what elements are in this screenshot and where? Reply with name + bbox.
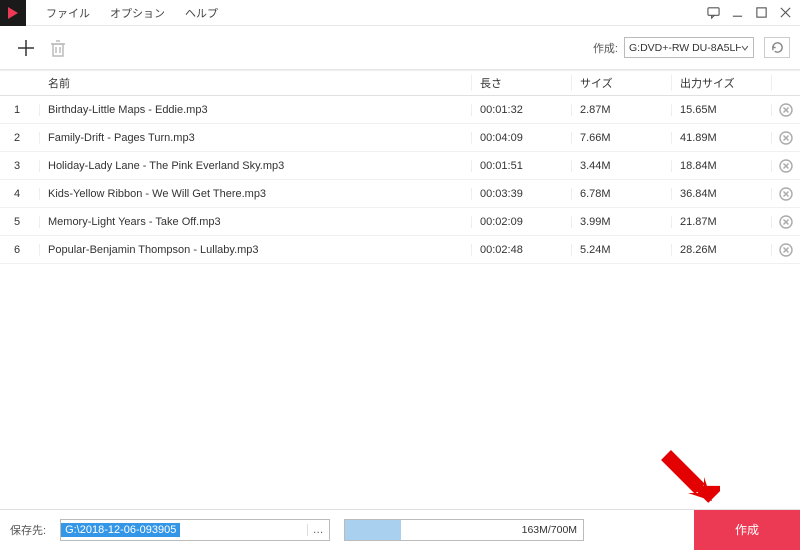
row-index: 3	[0, 160, 40, 172]
trash-button[interactable]	[42, 32, 74, 64]
menu-bar: ファイル オプション ヘルプ	[36, 1, 228, 25]
table-header: 名前 長さ サイズ 出力サイズ	[0, 70, 800, 96]
row-size: 3.99M	[572, 216, 672, 228]
drive-value: G:DVD+-RW DU-8A5LH	[629, 42, 741, 54]
menu-file[interactable]: ファイル	[36, 1, 100, 25]
row-delete-button[interactable]	[772, 103, 800, 117]
row-output: 21.87M	[672, 216, 772, 228]
row-length: 00:01:51	[472, 160, 572, 172]
save-label: 保存先:	[10, 522, 46, 538]
row-delete-button[interactable]	[772, 243, 800, 257]
row-length: 00:04:09	[472, 132, 572, 144]
row-size: 7.66M	[572, 132, 672, 144]
table-row[interactable]: 6Popular-Benjamin Thompson - Lullaby.mp3…	[0, 236, 800, 264]
row-index: 5	[0, 216, 40, 228]
row-size: 3.44M	[572, 160, 672, 172]
row-length: 00:01:32	[472, 104, 572, 116]
row-size: 6.78M	[572, 188, 672, 200]
browse-button[interactable]: …	[307, 524, 329, 536]
menu-help[interactable]: ヘルプ	[175, 1, 228, 25]
row-name: Kids-Yellow Ribbon - We Will Get There.m…	[40, 188, 472, 200]
row-size: 2.87M	[572, 104, 672, 116]
row-output: 15.65M	[672, 104, 772, 116]
pointer-arrow-icon	[660, 449, 720, 509]
row-size: 5.24M	[572, 244, 672, 256]
drive-label: 作成:	[593, 40, 618, 56]
row-name: Holiday-Lady Lane - The Pink Everland Sk…	[40, 160, 472, 172]
row-index: 4	[0, 188, 40, 200]
row-length: 00:02:09	[472, 216, 572, 228]
feedback-icon[interactable]	[704, 4, 722, 22]
progress-text: 163M/700M	[522, 524, 577, 536]
col-header-output[interactable]: 出力サイズ	[672, 75, 772, 91]
row-length: 00:02:48	[472, 244, 572, 256]
row-output: 28.26M	[672, 244, 772, 256]
col-header-size[interactable]: サイズ	[572, 75, 672, 91]
window-controls	[704, 4, 794, 22]
row-index: 1	[0, 104, 40, 116]
row-delete-button[interactable]	[772, 159, 800, 173]
add-button[interactable]	[10, 32, 42, 64]
table-row[interactable]: 1Birthday-Little Maps - Eddie.mp300:01:3…	[0, 96, 800, 124]
chevron-down-icon	[741, 44, 749, 52]
col-header-name[interactable]: 名前	[40, 75, 472, 91]
row-index: 2	[0, 132, 40, 144]
table-row[interactable]: 5Memory-Light Years - Take Off.mp300:02:…	[0, 208, 800, 236]
close-button[interactable]	[776, 4, 794, 22]
row-output: 41.89M	[672, 132, 772, 144]
footer: 保存先: G:\2018-12-06-093905 … 163M/700M 作成	[0, 509, 800, 549]
row-name: Popular-Benjamin Thompson - Lullaby.mp3	[40, 244, 472, 256]
maximize-button[interactable]	[752, 4, 770, 22]
row-delete-button[interactable]	[772, 215, 800, 229]
row-name: Memory-Light Years - Take Off.mp3	[40, 216, 472, 228]
row-name: Family-Drift - Pages Turn.mp3	[40, 132, 472, 144]
progress-bar: 163M/700M	[344, 519, 584, 541]
progress-fill	[345, 520, 400, 540]
row-name: Birthday-Little Maps - Eddie.mp3	[40, 104, 472, 116]
titlebar: ファイル オプション ヘルプ	[0, 0, 800, 26]
row-delete-button[interactable]	[772, 131, 800, 145]
minimize-button[interactable]	[728, 4, 746, 22]
toolbar: 作成: G:DVD+-RW DU-8A5LH	[0, 26, 800, 70]
table-row[interactable]: 4Kids-Yellow Ribbon - We Will Get There.…	[0, 180, 800, 208]
table-row[interactable]: 2Family-Drift - Pages Turn.mp300:04:097.…	[0, 124, 800, 152]
create-button[interactable]: 作成	[694, 510, 800, 550]
row-output: 36.84M	[672, 188, 772, 200]
row-output: 18.84M	[672, 160, 772, 172]
save-path-box[interactable]: G:\2018-12-06-093905 …	[60, 519, 330, 541]
row-delete-button[interactable]	[772, 187, 800, 201]
menu-option[interactable]: オプション	[100, 1, 175, 25]
row-index: 6	[0, 244, 40, 256]
app-logo	[0, 0, 26, 26]
refresh-button[interactable]	[764, 37, 790, 58]
save-path-text: G:\2018-12-06-093905	[61, 523, 180, 537]
drive-select[interactable]: G:DVD+-RW DU-8A5LH	[624, 37, 754, 58]
col-header-length[interactable]: 長さ	[472, 75, 572, 91]
table-row[interactable]: 3Holiday-Lady Lane - The Pink Everland S…	[0, 152, 800, 180]
table-body: 1Birthday-Little Maps - Eddie.mp300:01:3…	[0, 96, 800, 264]
row-length: 00:03:39	[472, 188, 572, 200]
